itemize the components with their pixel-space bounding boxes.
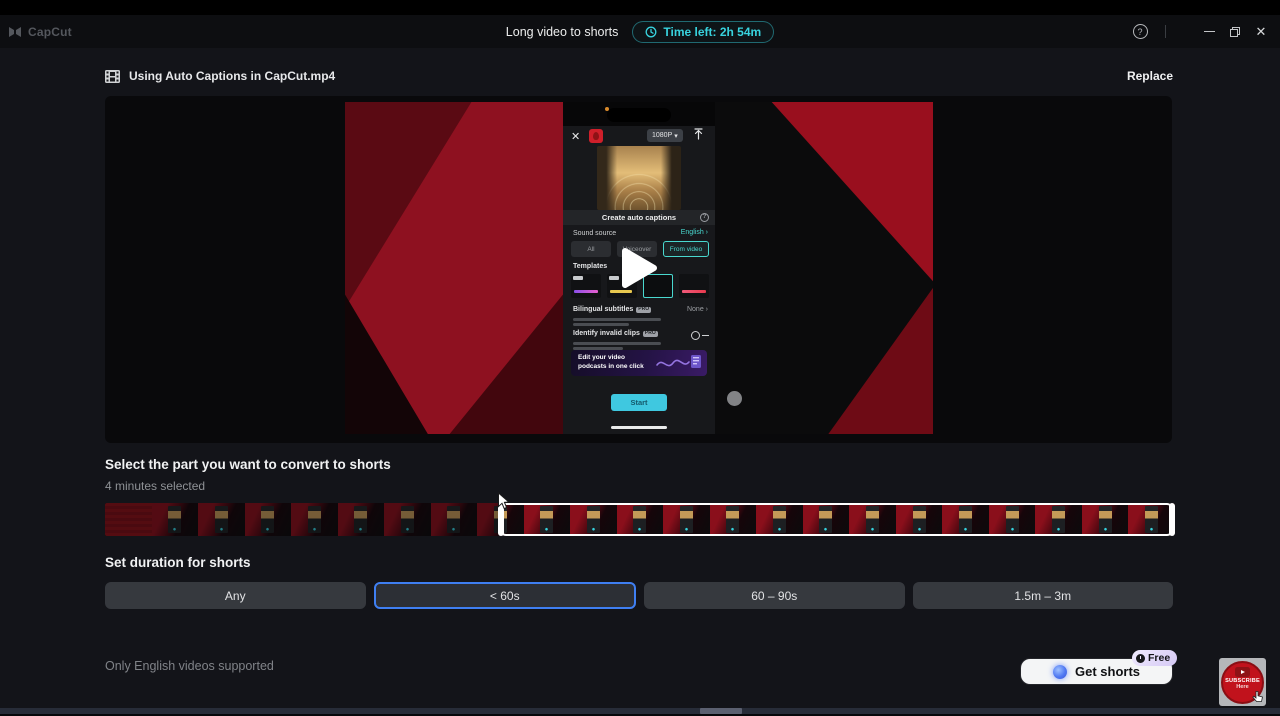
timeline-selection[interactable]: [500, 503, 1173, 536]
time-left-text: Time left: 2h 54m: [663, 24, 762, 39]
pro-badge: PRO: [642, 330, 658, 337]
chip-from-video: From video: [663, 241, 709, 257]
resolution-chip: 1080P ▾: [647, 129, 683, 142]
here-text: Here: [1236, 684, 1249, 690]
bilingual-desc-line: [573, 318, 661, 321]
waveform-graphic: [656, 355, 701, 368]
english-only-note: Only English videos supported: [105, 659, 274, 673]
select-part-heading: Select the part you want to convert to s…: [105, 457, 391, 472]
bilingual-desc-line: [573, 323, 629, 326]
video-preview-panel: ✕ 1080P ▾ Create auto captions ? Sound so…: [105, 96, 1172, 443]
duration-option-60-90s[interactable]: 60 – 90s: [644, 582, 905, 609]
selection-right-handle[interactable]: [1169, 503, 1175, 536]
home-indicator: [611, 426, 667, 429]
timeline: [105, 492, 1175, 536]
video-art-left: [345, 102, 563, 434]
caret-down-icon: ▾: [674, 132, 678, 140]
phone-video-thumbnail: [597, 146, 681, 210]
get-shorts-label: Get shorts: [1074, 664, 1140, 679]
start-button: Start: [611, 394, 667, 411]
filmstrip-icon: [105, 69, 120, 83]
subscribe-circle: SUBSCRIBE Here: [1221, 660, 1264, 704]
minimize-icon: [1203, 30, 1215, 33]
subscribe-sticker: SUBSCRIBE Here: [1219, 658, 1266, 706]
youtube-icon: [1235, 666, 1250, 677]
titlebar: CapCut Long video to shorts Time left: 2…: [0, 15, 1280, 48]
titlebar-controls: ? ✕: [1127, 15, 1274, 48]
titlebar-divider: [1165, 25, 1166, 38]
recording-dot: [605, 107, 609, 111]
clock-icon: [645, 26, 657, 37]
replace-button[interactable]: Replace: [1127, 69, 1173, 83]
podcast-banner-text: Edit your video podcasts in one click: [578, 354, 644, 370]
ai-orb-icon: [1052, 664, 1067, 679]
help-button[interactable]: ?: [1127, 15, 1153, 48]
invalid-desc-line: [573, 342, 661, 345]
flame-badge-icon: [589, 129, 603, 143]
window-title: Long video to shorts: [505, 24, 619, 39]
export-icon: [694, 128, 703, 140]
invalid-clips-toggle-icon: [691, 331, 709, 340]
duration-option-1-5m-3m[interactable]: 1.5m – 3m: [912, 582, 1173, 609]
duration-heading: Set duration for shorts: [105, 555, 251, 570]
restore-icon: [1230, 26, 1240, 37]
app-window: CapCut Long video to shorts Time left: 2…: [0, 0, 1280, 716]
help-icon: ?: [1132, 24, 1148, 39]
templates-label: Templates: [573, 263, 608, 270]
close-button[interactable]: ✕: [1248, 15, 1274, 48]
file-row: Using Auto Captions in CapCut.mp4 Replac…: [105, 64, 1173, 88]
video-frame: ✕ 1080P ▾ Create auto captions ? Sound so…: [345, 102, 933, 434]
sheet-title: Create auto captions ?: [563, 210, 715, 225]
template-thumb-1: [571, 274, 601, 298]
top-black-strip: [0, 0, 1280, 15]
minimize-button[interactable]: [1196, 15, 1222, 48]
phone-close-icon: ✕: [571, 131, 581, 143]
titlebar-center: Long video to shorts Time left: 2h 54m: [0, 15, 1280, 48]
sheet-help-icon: ?: [700, 213, 709, 222]
time-left-badge: Time left: 2h 54m: [632, 20, 775, 43]
close-icon: ✕: [1255, 23, 1267, 39]
timeline-unselected-dim: [105, 503, 501, 536]
bilingual-value: None ›: [686, 306, 708, 313]
phone-notch: [607, 108, 671, 122]
duration-option-under-60s[interactable]: < 60s: [373, 582, 636, 609]
play-button[interactable]: [617, 246, 661, 290]
free-badge: Free: [1132, 650, 1178, 666]
hand-cursor-icon: [1252, 690, 1263, 702]
recorded-cursor-dot: [727, 391, 742, 406]
mouse-cursor-icon: [498, 492, 511, 510]
minutes-selected-text: 4 minutes selected: [105, 479, 206, 493]
free-clock-icon: [1136, 653, 1145, 663]
restore-button[interactable]: [1222, 15, 1248, 48]
template-thumb-4: [679, 274, 709, 298]
play-icon: [622, 248, 657, 288]
duration-option-any[interactable]: Any: [105, 582, 366, 609]
invalid-clips-label: Identify invalid clips PRO: [573, 330, 658, 337]
video-filename: Using Auto Captions in CapCut.mp4: [129, 69, 336, 83]
video-art-right: [715, 102, 933, 434]
duration-options: Any < 60s 60 – 90s 1.5m – 3m: [105, 582, 1173, 609]
language-value: English ›: [680, 229, 708, 236]
podcast-banner: Edit your video podcasts in one click: [571, 350, 707, 376]
chip-all: All: [571, 241, 611, 257]
